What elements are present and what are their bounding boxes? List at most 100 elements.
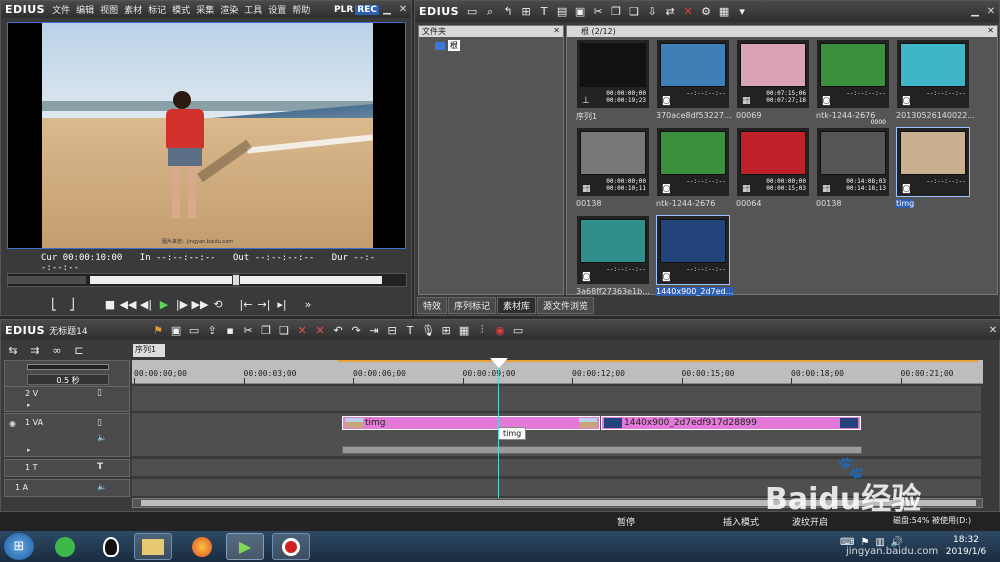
grid-icon[interactable]: ▦ (455, 322, 473, 338)
clip-label[interactable]: 00069 (736, 111, 816, 120)
properties-icon[interactable]: ⚙ (697, 4, 715, 20)
scrub-bar[interactable] (7, 273, 407, 287)
copy-icon[interactable]: ❐ (607, 4, 625, 20)
bin-tab-0[interactable]: 特效 (417, 297, 448, 314)
rewind-icon[interactable]: ◀◀ (119, 296, 137, 312)
track-head-v2[interactable]: 2 V ▯ ▸ (4, 386, 130, 412)
color-bar-icon[interactable]: ▤ (553, 4, 571, 20)
split-icon[interactable]: ⊟ (383, 322, 401, 338)
more-icon[interactable]: » (299, 296, 317, 312)
copy-icon-tl[interactable]: ❐ (257, 322, 275, 338)
track-lane-va1[interactable]: timg 1440x900_2d7edf917d28899 timg (132, 413, 981, 457)
clip-label[interactable]: 序列1 (576, 111, 656, 122)
snap-icon[interactable]: ⇥ (365, 322, 383, 338)
undo-icon[interactable]: ↶ (329, 322, 347, 338)
add-title-icon[interactable]: T (401, 322, 419, 338)
clip-label[interactable]: 20130526140022... (896, 111, 976, 120)
redo-icon[interactable]: ↷ (347, 322, 365, 338)
clip-thumbnail[interactable]: --:--:--:-- ◙ (896, 39, 970, 109)
zoom-slider[interactable] (27, 364, 109, 370)
folder-panel-close-icon[interactable]: ✕ (553, 26, 560, 35)
fast-forward-icon[interactable]: ▶▶ (191, 296, 209, 312)
up-folder-icon[interactable]: ↰ (499, 4, 517, 20)
bin-tab-3[interactable]: 源文件浏览 (537, 297, 595, 314)
clip-thumbnail[interactable]: --:--:--:-- ◙ (656, 127, 730, 197)
save-icon[interactable]: ▣ (167, 322, 185, 338)
mode-group-icon[interactable]: ⊏ (70, 342, 88, 358)
menu-item-8[interactable]: 工具 (241, 6, 265, 16)
clip-label[interactable]: 1440x900_2d7ed... (656, 287, 734, 296)
va1-eye-icon[interactable]: ◉ (9, 419, 16, 428)
record-icon[interactable]: ◉ (491, 322, 509, 338)
paste-icon-tl[interactable]: ❏ (275, 322, 293, 338)
track-head-a1[interactable]: 1 A 🔈 (4, 479, 130, 497)
mixer-icon[interactable]: ⫶ (473, 322, 491, 338)
plr-button[interactable]: PLR (332, 5, 355, 15)
track-lane-v2[interactable] (132, 386, 981, 412)
minimize-icon[interactable]: ▁ (379, 3, 395, 17)
step-back-icon[interactable]: ◀| (137, 296, 155, 312)
playhead[interactable] (498, 360, 499, 498)
ripple-delete-icon[interactable]: ✕ (311, 322, 329, 338)
play-icon[interactable]: ▶ (155, 296, 173, 312)
clip-label[interactable]: timg (896, 199, 915, 208)
menu-item-1[interactable]: 编辑 (73, 6, 97, 16)
menu-item-7[interactable]: 渲染 (217, 6, 241, 16)
clip-thumbnail[interactable]: 00:14:08;03 00:14:18;13 ▦ 0000 (816, 119, 890, 197)
search-icon[interactable]: ⌕ (481, 4, 499, 20)
task-refresh-icon[interactable] (46, 533, 84, 560)
clip-label[interactable]: 00064 (736, 199, 816, 208)
capture-icon[interactable]: ▣ (571, 4, 589, 20)
task-recorder-icon[interactable] (272, 533, 310, 560)
bin-tab-2[interactable]: 素材库 (497, 297, 537, 314)
bin-minimize-icon[interactable]: ▁ (967, 5, 983, 19)
paste-icon[interactable]: ❏ (625, 4, 643, 20)
set-out-icon[interactable]: ⎦ (63, 296, 81, 312)
clock[interactable]: 18:32 2019/1/6 (938, 534, 994, 558)
save-project-icon[interactable]: ▪ (221, 322, 239, 338)
clip-thumbnail[interactable]: --:--:--:-- ◙ (576, 215, 650, 285)
clip-thumbnail[interactable]: 00:00:00;00 00:00:10;11 ▦ (576, 127, 650, 197)
v2-expand-icon[interactable]: ▸ (27, 401, 31, 409)
menu-dropdown-icon[interactable]: ▾ (733, 4, 751, 20)
clip-timg[interactable]: timg (342, 416, 600, 430)
clip-thumbnail[interactable]: --:--:--:-- ◙ (656, 215, 730, 285)
rec-button[interactable]: REC (355, 4, 379, 15)
clip-thumbnail[interactable]: --:--:--:-- ◙ (656, 39, 730, 109)
zoom-value[interactable]: 0.5 秒 (27, 374, 109, 385)
stop-icon[interactable]: ■ (101, 296, 119, 312)
clip-1440x900[interactable]: 1440x900_2d7edf917d28899 (601, 416, 861, 430)
open-project-icon[interactable]: ⇪ (203, 322, 221, 338)
new-project-icon[interactable]: ▭ (185, 322, 203, 338)
task-qq-icon[interactable] (92, 533, 130, 560)
menu-item-10[interactable]: 帮助 (289, 6, 313, 16)
menu-item-6[interactable]: 采集 (193, 6, 217, 16)
menu-item-2[interactable]: 视图 (97, 6, 121, 16)
track-head-t1[interactable]: 1 T T (4, 459, 130, 477)
mode-ripple-icon[interactable]: ⇉ (26, 342, 44, 358)
mode-link-icon[interactable]: ∞ (48, 342, 66, 358)
replace-icon[interactable]: ⇄ (661, 4, 679, 20)
close-icon[interactable]: ✕ (395, 3, 411, 17)
render-icon[interactable]: ⊞ (437, 322, 455, 338)
task-firefox-icon[interactable] (183, 533, 221, 560)
step-forward-icon[interactable]: |▶ (173, 296, 191, 312)
new-sequence-icon[interactable]: ⚑ (149, 322, 167, 338)
layout-icon[interactable]: ▭ (509, 322, 527, 338)
insert-to-timeline-icon[interactable]: |← (237, 296, 255, 312)
clip-label[interactable]: 370ace8df53227... (656, 111, 736, 120)
folder-root[interactable]: 根 (435, 40, 563, 51)
trim-icon[interactable]: ▸| (273, 296, 291, 312)
clip-panel-close-icon[interactable]: ✕ (987, 26, 994, 35)
a1-speaker-icon[interactable]: 🔈 (97, 482, 107, 491)
cut-icon-tl[interactable]: ✂ (239, 322, 257, 338)
menu-item-3[interactable]: 素材 (121, 6, 145, 16)
clip-label[interactable]: ntk-1244-2676 (656, 199, 736, 208)
scrub-handle[interactable] (232, 274, 240, 286)
sequence-tab[interactable]: 序列1 (133, 344, 165, 357)
delete-icon[interactable]: ✕ (679, 4, 697, 20)
timeline-close-icon[interactable]: ✕ (985, 323, 1000, 337)
folder-icon[interactable]: ▭ (463, 4, 481, 20)
clip-label[interactable]: 00138 (816, 199, 896, 208)
add-to-timeline-icon[interactable]: ⇩ (643, 4, 661, 20)
